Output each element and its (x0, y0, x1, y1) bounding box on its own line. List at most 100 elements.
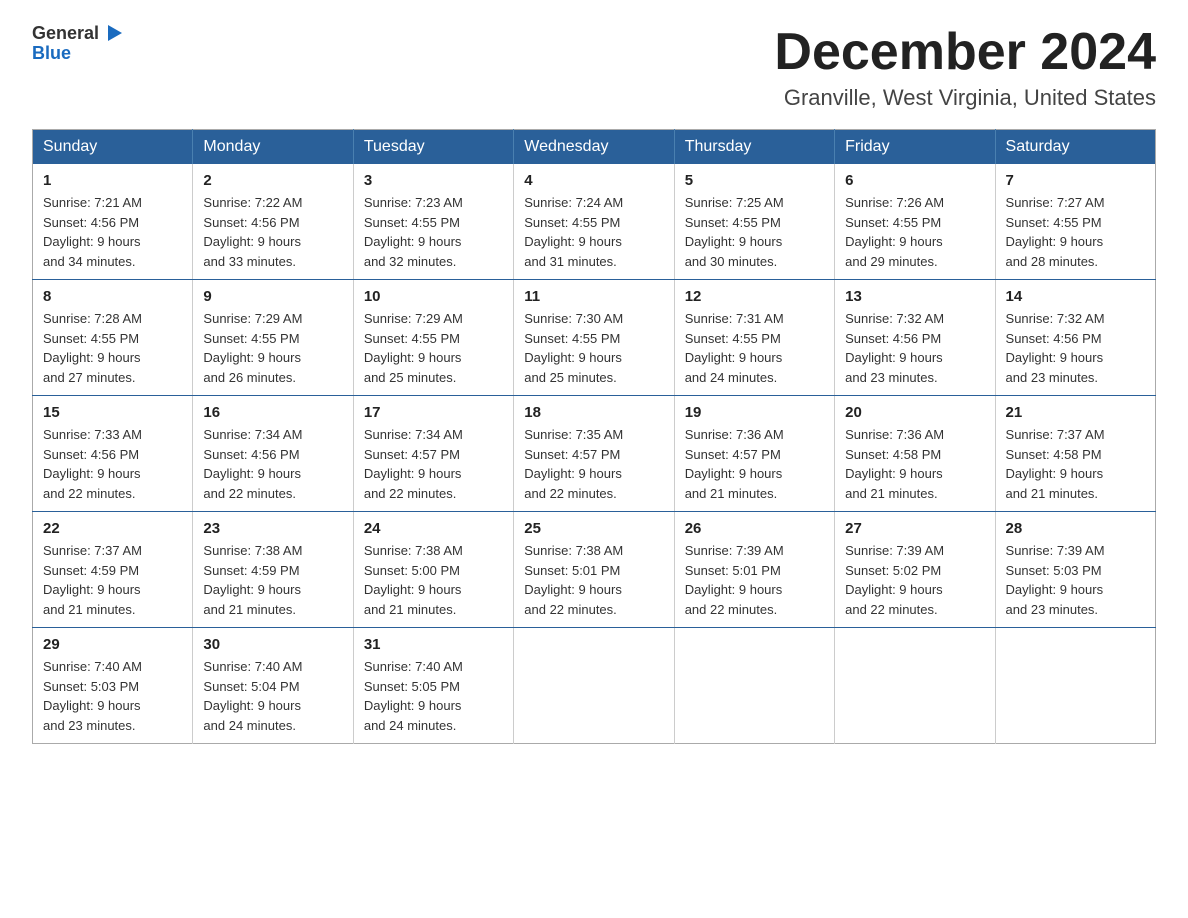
table-row: 15 Sunrise: 7:33 AM Sunset: 4:56 PM Dayl… (33, 396, 193, 512)
logo-general-text: General (32, 24, 99, 44)
day-info: Sunrise: 7:37 AM Sunset: 4:59 PM Dayligh… (43, 541, 182, 619)
header-tuesday: Tuesday (353, 130, 513, 165)
table-row: 8 Sunrise: 7:28 AM Sunset: 4:55 PM Dayli… (33, 280, 193, 396)
table-row: 31 Sunrise: 7:40 AM Sunset: 5:05 PM Dayl… (353, 628, 513, 744)
table-row: 7 Sunrise: 7:27 AM Sunset: 4:55 PM Dayli… (995, 164, 1155, 280)
day-number: 27 (845, 520, 984, 537)
logo-blue-text: Blue (32, 44, 71, 64)
day-info: Sunrise: 7:36 AM Sunset: 4:58 PM Dayligh… (845, 425, 984, 503)
day-number: 9 (203, 288, 342, 305)
table-row: 24 Sunrise: 7:38 AM Sunset: 5:00 PM Dayl… (353, 512, 513, 628)
day-number: 26 (685, 520, 824, 537)
table-row: 23 Sunrise: 7:38 AM Sunset: 4:59 PM Dayl… (193, 512, 353, 628)
table-row: 11 Sunrise: 7:30 AM Sunset: 4:55 PM Dayl… (514, 280, 674, 396)
header-friday: Friday (835, 130, 995, 165)
day-info: Sunrise: 7:24 AM Sunset: 4:55 PM Dayligh… (524, 193, 663, 271)
table-row (674, 628, 834, 744)
calendar-week-row: 15 Sunrise: 7:33 AM Sunset: 4:56 PM Dayl… (33, 396, 1156, 512)
table-row: 20 Sunrise: 7:36 AM Sunset: 4:58 PM Dayl… (835, 396, 995, 512)
table-row: 2 Sunrise: 7:22 AM Sunset: 4:56 PM Dayli… (193, 164, 353, 280)
day-number: 18 (524, 404, 663, 421)
table-row: 30 Sunrise: 7:40 AM Sunset: 5:04 PM Dayl… (193, 628, 353, 744)
day-number: 3 (364, 172, 503, 189)
day-number: 4 (524, 172, 663, 189)
day-number: 11 (524, 288, 663, 305)
day-info: Sunrise: 7:30 AM Sunset: 4:55 PM Dayligh… (524, 309, 663, 387)
day-number: 30 (203, 636, 342, 653)
day-number: 15 (43, 404, 182, 421)
day-number: 2 (203, 172, 342, 189)
table-row: 1 Sunrise: 7:21 AM Sunset: 4:56 PM Dayli… (33, 164, 193, 280)
day-info: Sunrise: 7:29 AM Sunset: 4:55 PM Dayligh… (364, 309, 503, 387)
table-row: 25 Sunrise: 7:38 AM Sunset: 5:01 PM Dayl… (514, 512, 674, 628)
day-number: 28 (1006, 520, 1145, 537)
day-number: 8 (43, 288, 182, 305)
day-number: 22 (43, 520, 182, 537)
header-saturday: Saturday (995, 130, 1155, 165)
calendar-table: Sunday Monday Tuesday Wednesday Thursday… (32, 129, 1156, 744)
table-row: 13 Sunrise: 7:32 AM Sunset: 4:56 PM Dayl… (835, 280, 995, 396)
day-number: 13 (845, 288, 984, 305)
day-info: Sunrise: 7:25 AM Sunset: 4:55 PM Dayligh… (685, 193, 824, 271)
table-row: 27 Sunrise: 7:39 AM Sunset: 5:02 PM Dayl… (835, 512, 995, 628)
header-wednesday: Wednesday (514, 130, 674, 165)
day-info: Sunrise: 7:37 AM Sunset: 4:58 PM Dayligh… (1006, 425, 1145, 503)
calendar-week-row: 29 Sunrise: 7:40 AM Sunset: 5:03 PM Dayl… (33, 628, 1156, 744)
table-row: 14 Sunrise: 7:32 AM Sunset: 4:56 PM Dayl… (995, 280, 1155, 396)
logo-arrow-icon (102, 22, 124, 44)
day-number: 24 (364, 520, 503, 537)
header-thursday: Thursday (674, 130, 834, 165)
day-number: 23 (203, 520, 342, 537)
day-number: 5 (685, 172, 824, 189)
page-header: General Blue December 2024 Granville, We… (32, 24, 1156, 111)
table-row: 18 Sunrise: 7:35 AM Sunset: 4:57 PM Dayl… (514, 396, 674, 512)
day-info: Sunrise: 7:32 AM Sunset: 4:56 PM Dayligh… (1006, 309, 1145, 387)
day-info: Sunrise: 7:33 AM Sunset: 4:56 PM Dayligh… (43, 425, 182, 503)
table-row: 9 Sunrise: 7:29 AM Sunset: 4:55 PM Dayli… (193, 280, 353, 396)
title-area: December 2024 Granville, West Virginia, … (774, 24, 1156, 111)
table-row (835, 628, 995, 744)
day-info: Sunrise: 7:31 AM Sunset: 4:55 PM Dayligh… (685, 309, 824, 387)
table-row: 26 Sunrise: 7:39 AM Sunset: 5:01 PM Dayl… (674, 512, 834, 628)
day-number: 10 (364, 288, 503, 305)
table-row: 5 Sunrise: 7:25 AM Sunset: 4:55 PM Dayli… (674, 164, 834, 280)
table-row: 12 Sunrise: 7:31 AM Sunset: 4:55 PM Dayl… (674, 280, 834, 396)
day-number: 17 (364, 404, 503, 421)
table-row: 6 Sunrise: 7:26 AM Sunset: 4:55 PM Dayli… (835, 164, 995, 280)
day-info: Sunrise: 7:38 AM Sunset: 4:59 PM Dayligh… (203, 541, 342, 619)
day-info: Sunrise: 7:39 AM Sunset: 5:02 PM Dayligh… (845, 541, 984, 619)
day-number: 25 (524, 520, 663, 537)
day-info: Sunrise: 7:35 AM Sunset: 4:57 PM Dayligh… (524, 425, 663, 503)
table-row: 3 Sunrise: 7:23 AM Sunset: 4:55 PM Dayli… (353, 164, 513, 280)
day-info: Sunrise: 7:22 AM Sunset: 4:56 PM Dayligh… (203, 193, 342, 271)
day-number: 7 (1006, 172, 1145, 189)
header-monday: Monday (193, 130, 353, 165)
day-number: 12 (685, 288, 824, 305)
header-sunday: Sunday (33, 130, 193, 165)
table-row: 16 Sunrise: 7:34 AM Sunset: 4:56 PM Dayl… (193, 396, 353, 512)
day-number: 19 (685, 404, 824, 421)
day-number: 21 (1006, 404, 1145, 421)
day-number: 6 (845, 172, 984, 189)
day-info: Sunrise: 7:40 AM Sunset: 5:04 PM Dayligh… (203, 657, 342, 735)
day-info: Sunrise: 7:23 AM Sunset: 4:55 PM Dayligh… (364, 193, 503, 271)
weekday-header-row: Sunday Monday Tuesday Wednesday Thursday… (33, 130, 1156, 165)
day-info: Sunrise: 7:21 AM Sunset: 4:56 PM Dayligh… (43, 193, 182, 271)
day-info: Sunrise: 7:38 AM Sunset: 5:00 PM Dayligh… (364, 541, 503, 619)
day-number: 16 (203, 404, 342, 421)
month-title: December 2024 (774, 24, 1156, 81)
day-info: Sunrise: 7:39 AM Sunset: 5:03 PM Dayligh… (1006, 541, 1145, 619)
table-row (995, 628, 1155, 744)
table-row: 4 Sunrise: 7:24 AM Sunset: 4:55 PM Dayli… (514, 164, 674, 280)
calendar-week-row: 22 Sunrise: 7:37 AM Sunset: 4:59 PM Dayl… (33, 512, 1156, 628)
day-info: Sunrise: 7:27 AM Sunset: 4:55 PM Dayligh… (1006, 193, 1145, 271)
table-row: 10 Sunrise: 7:29 AM Sunset: 4:55 PM Dayl… (353, 280, 513, 396)
day-info: Sunrise: 7:40 AM Sunset: 5:05 PM Dayligh… (364, 657, 503, 735)
table-row: 29 Sunrise: 7:40 AM Sunset: 5:03 PM Dayl… (33, 628, 193, 744)
day-info: Sunrise: 7:28 AM Sunset: 4:55 PM Dayligh… (43, 309, 182, 387)
table-row: 19 Sunrise: 7:36 AM Sunset: 4:57 PM Dayl… (674, 396, 834, 512)
day-number: 29 (43, 636, 182, 653)
day-info: Sunrise: 7:34 AM Sunset: 4:57 PM Dayligh… (364, 425, 503, 503)
day-info: Sunrise: 7:39 AM Sunset: 5:01 PM Dayligh… (685, 541, 824, 619)
location-title: Granville, West Virginia, United States (774, 85, 1156, 111)
